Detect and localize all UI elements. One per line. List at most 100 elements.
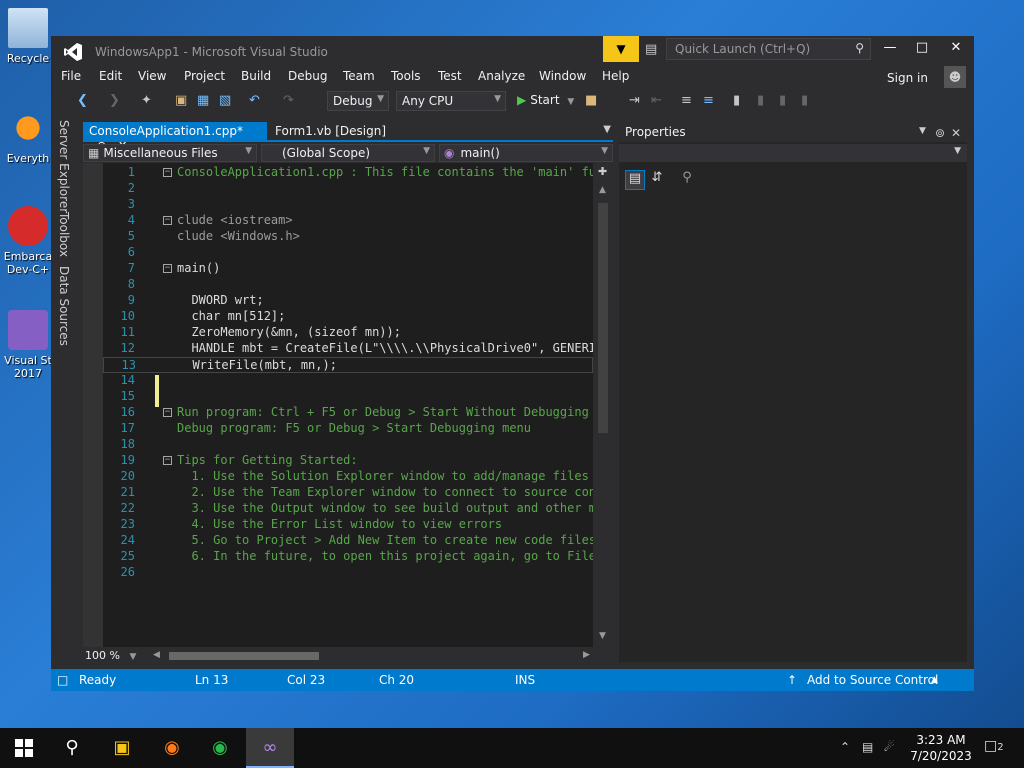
scroll-left-icon[interactable]: ◀: [153, 650, 160, 660]
feedback-flag-icon[interactable]: ▼: [603, 36, 639, 62]
code-line[interactable]: 19 − Tips for Getting Started:: [103, 453, 593, 469]
tab-console-application-cpp[interactable]: ConsoleApplication1.cpp* ⊚ ✕: [83, 122, 267, 152]
desktop-icon-dev-cpp[interactable]: Embarca Dev-C+: [0, 206, 56, 276]
server-explorer-tab[interactable]: Server Explorer: [57, 120, 71, 213]
menu-edit[interactable]: Edit: [99, 69, 122, 83]
solution-platform-select[interactable]: Any CPU ▼: [396, 91, 506, 111]
chevron-up-icon[interactable]: ▲: [931, 675, 938, 685]
code-line[interactable]: 24 5. Go to Project > Add New Item to cr…: [103, 533, 613, 549]
code-line[interactable]: 25 6. In the future, to open this projec…: [103, 549, 611, 565]
code-line[interactable]: 17 Debug program: F5 or Debug > Start Deb…: [103, 421, 593, 437]
menu-help[interactable]: Help: [602, 69, 629, 83]
prev-bookmark-icon[interactable]: ▮: [757, 93, 764, 108]
code-line[interactable]: 4 − clude <iostream>: [103, 213, 593, 229]
toolbox-tab[interactable]: Toolbox: [57, 212, 71, 257]
scroll-up-icon[interactable]: ▲: [599, 185, 606, 195]
menu-test[interactable]: Test: [438, 69, 462, 83]
output-window-icon[interactable]: □: [57, 673, 68, 687]
menu-view[interactable]: View: [138, 69, 166, 83]
menu-tools[interactable]: Tools: [391, 69, 421, 83]
comment-lines-icon[interactable]: ≡: [681, 93, 692, 108]
menu-project[interactable]: Project: [184, 69, 225, 83]
code-line[interactable]: 3: [103, 197, 593, 213]
desktop-icon-visual-studio[interactable]: Visual St 2017: [0, 310, 56, 380]
menu-build[interactable]: Build: [241, 69, 271, 83]
new-project-icon[interactable]: ✦: [141, 93, 152, 108]
uncomment-lines-icon[interactable]: ≡: [703, 93, 714, 108]
horizontal-scroll-thumb[interactable]: [169, 652, 319, 660]
code-line[interactable]: 21 2. Use the Team Explorer window to co…: [103, 485, 613, 501]
data-sources-tab[interactable]: Data Sources: [57, 266, 71, 346]
tab-overflow-icon[interactable]: ▼: [603, 124, 611, 135]
collapse-region-icon[interactable]: −: [163, 456, 172, 465]
quick-launch-input[interactable]: Quick Launch (Ctrl+Q) ⚲: [666, 38, 871, 60]
code-line[interactable]: 1 − ConsoleApplication1.cpp : This file co…: [103, 165, 613, 181]
network-icon[interactable]: ▤: [862, 740, 873, 754]
sign-in-link[interactable]: Sign in: [887, 71, 928, 85]
code-line[interactable]: 26: [103, 565, 593, 581]
editor-vertical-scrollbar[interactable]: ✚ ▲ ▼: [593, 163, 613, 647]
firefox-icon[interactable]: ◉: [148, 728, 196, 768]
pin-icon[interactable]: ⊚: [935, 126, 945, 140]
system-clock[interactable]: 3:23 AM 7/20/2023: [906, 732, 976, 764]
minimize-button[interactable]: —: [875, 40, 905, 55]
collapse-region-icon[interactable]: −: [163, 264, 172, 273]
start-debugging-button[interactable]: ▶ Start ▼: [517, 93, 574, 107]
search-icon[interactable]: ⚲: [48, 728, 96, 768]
code-line[interactable]: 13 WriteFile(mbt, mn,);: [103, 357, 593, 373]
scope-select[interactable]: (Global Scope) ▼: [261, 144, 435, 162]
code-line[interactable]: 14: [103, 373, 593, 389]
menu-team[interactable]: Team: [343, 69, 375, 83]
member-select[interactable]: ◉ main() ▼: [439, 144, 613, 162]
code-line[interactable]: 8: [103, 277, 593, 293]
project-select[interactable]: ▦ Miscellaneous Files ▼: [83, 144, 257, 162]
visual-studio-taskbar-icon[interactable]: ∞: [246, 728, 294, 768]
close-button[interactable]: ✕: [941, 40, 971, 55]
code-line[interactable]: 5 clude <Windows.h>: [103, 229, 593, 245]
code-line[interactable]: 18: [103, 437, 593, 453]
redo-icon[interactable]: ↷: [283, 93, 294, 108]
code-line[interactable]: 9 DWORD wrt;: [103, 293, 593, 309]
undo-icon[interactable]: ↶: [249, 93, 260, 108]
add-split-icon[interactable]: ✚: [598, 165, 607, 178]
code-line[interactable]: 10 char mn[512];: [103, 309, 593, 325]
forward-icon[interactable]: ❯: [109, 93, 120, 108]
step-into-icon[interactable]: ⇥: [629, 93, 640, 108]
code-line[interactable]: 12 HANDLE mbt = CreateFile(L"\\\\.\\Phys…: [103, 341, 613, 357]
add-to-source-control-button[interactable]: Add to Source Control: [807, 673, 938, 687]
code-line[interactable]: 15: [103, 389, 593, 405]
collapse-region-icon[interactable]: −: [163, 216, 172, 225]
user-avatar-icon[interactable]: ☻: [944, 66, 966, 88]
chrome-icon[interactable]: ◉: [196, 728, 244, 768]
desktop-icon-recycle-bin[interactable]: Recycle: [0, 8, 56, 65]
tab-form1-design[interactable]: Form1.vb [Design]: [269, 122, 392, 142]
scroll-right-icon[interactable]: ▶: [583, 650, 590, 660]
save-all-icon[interactable]: ▧: [219, 93, 231, 108]
editor-horizontal-scrollbar[interactable]: 100 % ▼ ◀ ▶: [83, 647, 613, 665]
object-select[interactable]: ▼: [619, 144, 967, 162]
menu-analyze[interactable]: Analyze: [478, 69, 525, 83]
code-line[interactable]: 6: [103, 245, 593, 261]
save-icon[interactable]: ▦: [197, 93, 209, 108]
clear-bookmarks-icon[interactable]: ▮: [801, 93, 808, 108]
property-pages-icon[interactable]: ⚲: [677, 170, 697, 190]
step-over-icon[interactable]: ⇤: [651, 93, 662, 108]
scroll-thumb[interactable]: [598, 203, 608, 433]
collapse-region-icon[interactable]: −: [163, 168, 172, 177]
attach-icon[interactable]: ■: [585, 93, 597, 108]
solution-configuration-select[interactable]: Debug ▼: [327, 91, 389, 111]
show-hidden-icons-icon[interactable]: ⌃: [840, 740, 850, 754]
live-share-icon[interactable]: ▤: [645, 42, 657, 57]
code-line[interactable]: 22 3. Use the Output window to see build…: [103, 501, 613, 517]
alphabetical-icon[interactable]: ⇵: [647, 170, 667, 190]
next-bookmark-icon[interactable]: ▮: [779, 93, 786, 108]
code-editor[interactable]: 1− ConsoleApplication1.cpp : This file co…: [83, 163, 613, 647]
collapse-region-icon[interactable]: −: [163, 408, 172, 417]
back-icon[interactable]: ❮: [77, 93, 88, 108]
open-file-icon[interactable]: ▣: [175, 93, 187, 108]
code-line[interactable]: 23 4. Use the Error List window to view …: [103, 517, 593, 533]
menu-file[interactable]: File: [61, 69, 81, 83]
code-line[interactable]: 16 − Run program: Ctrl + F5 or Debug > Sta…: [103, 405, 613, 421]
categorized-icon[interactable]: ▤: [625, 170, 645, 190]
notifications-icon[interactable]: □2: [984, 738, 1004, 754]
